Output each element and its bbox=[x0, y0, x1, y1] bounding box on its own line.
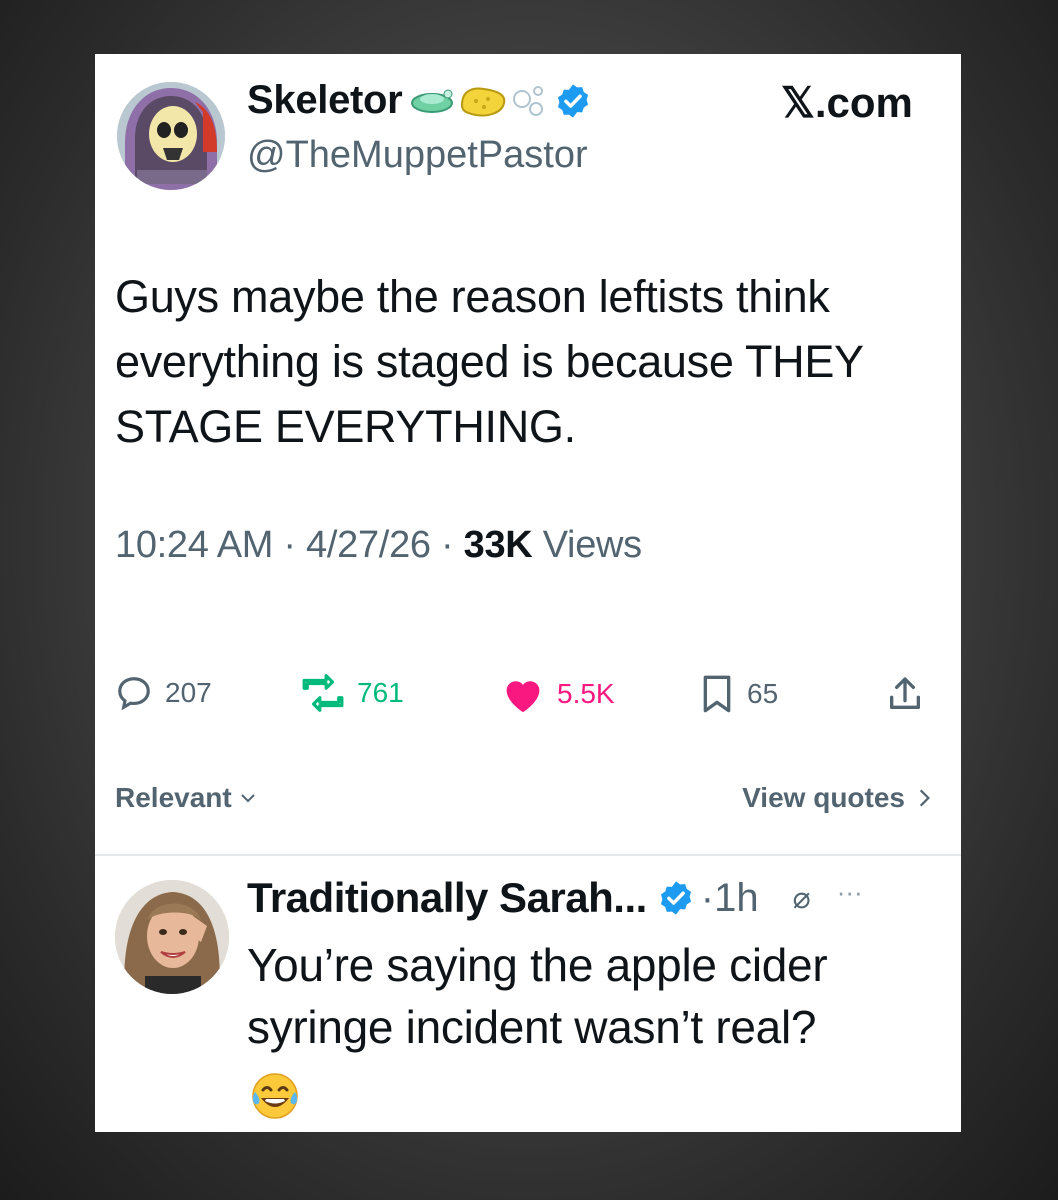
meta-separator: · bbox=[283, 524, 307, 566]
bubbles-icon bbox=[513, 85, 544, 116]
views-count: 33K bbox=[463, 524, 533, 566]
tweet-meta: 10:24 AM · 4/27/26 · 33K Views bbox=[115, 524, 642, 567]
x-brand-label: 𝕏.com bbox=[781, 79, 913, 126]
verified-badge-icon[interactable] bbox=[657, 879, 695, 917]
view-quotes-label: View quotes bbox=[742, 782, 905, 813]
sarah-avatar-image bbox=[115, 880, 229, 994]
author-row: Skeletor bbox=[247, 78, 592, 123]
face-with-tears-of-joy-icon bbox=[249, 1070, 301, 1127]
reply-header: Traditionally Sarah... ·1h ⌀ ··· bbox=[247, 874, 947, 922]
relevant-sort-dropdown[interactable]: Relevant bbox=[115, 782, 258, 814]
tweet-card: Skeletor @TheMuppetPastor 𝕏.com Guys may… bbox=[95, 54, 961, 1132]
bookmark-icon bbox=[703, 675, 731, 713]
like-button[interactable]: 5.5K bbox=[501, 674, 615, 714]
reply-text: You’re saying the apple cider syringe in… bbox=[247, 939, 828, 1053]
grok-icon[interactable]: ⌀ bbox=[793, 881, 811, 916]
view-quotes-link[interactable]: View quotes bbox=[742, 782, 935, 814]
meta-separator: · bbox=[441, 524, 464, 566]
reply-author-avatar[interactable] bbox=[115, 880, 229, 994]
author-handle[interactable]: @TheMuppetPastor bbox=[247, 134, 588, 177]
more-options-icon[interactable]: ··· bbox=[837, 877, 863, 908]
sort-label: Relevant bbox=[115, 782, 232, 813]
chevron-down-icon bbox=[241, 794, 255, 803]
verified-badge-icon[interactable] bbox=[554, 82, 592, 120]
author-name[interactable]: Skeletor bbox=[247, 78, 403, 123]
soap-dish-icon bbox=[411, 89, 454, 113]
share-button[interactable] bbox=[885, 674, 925, 714]
repost-button[interactable]: 761 bbox=[301, 674, 404, 712]
reply-time[interactable]: ·1h bbox=[701, 876, 759, 921]
skeletor-avatar-image bbox=[117, 82, 225, 190]
reply-count: 207 bbox=[165, 677, 212, 708]
reply-author-name[interactable]: Traditionally Sarah... bbox=[247, 874, 647, 922]
sponge-icon bbox=[461, 87, 506, 116]
tweet-time[interactable]: 10:24 AM bbox=[115, 524, 273, 566]
tweet-date[interactable]: 4/27/26 bbox=[306, 524, 431, 566]
heart-icon bbox=[506, 681, 540, 713]
reply-time-value: 1h bbox=[714, 875, 759, 920]
chevron-right-icon bbox=[919, 789, 930, 807]
views-label: Views bbox=[542, 524, 642, 566]
repost-count: 761 bbox=[357, 677, 404, 708]
bookmark-button[interactable]: 65 bbox=[699, 674, 778, 714]
reply-icon bbox=[118, 677, 150, 711]
like-count: 5.5K bbox=[557, 678, 615, 709]
bookmark-count: 65 bbox=[747, 678, 779, 709]
action-bar: 207 761 5.5K 65 bbox=[115, 674, 945, 718]
name-emoji-strip bbox=[410, 82, 592, 120]
divider bbox=[95, 854, 961, 856]
author-avatar[interactable] bbox=[117, 82, 225, 190]
share-icon bbox=[890, 677, 920, 709]
reply-button[interactable]: 207 bbox=[115, 674, 212, 712]
tweet-text: Guys maybe the reason leftists think eve… bbox=[115, 271, 863, 452]
repost-icon bbox=[302, 674, 344, 712]
